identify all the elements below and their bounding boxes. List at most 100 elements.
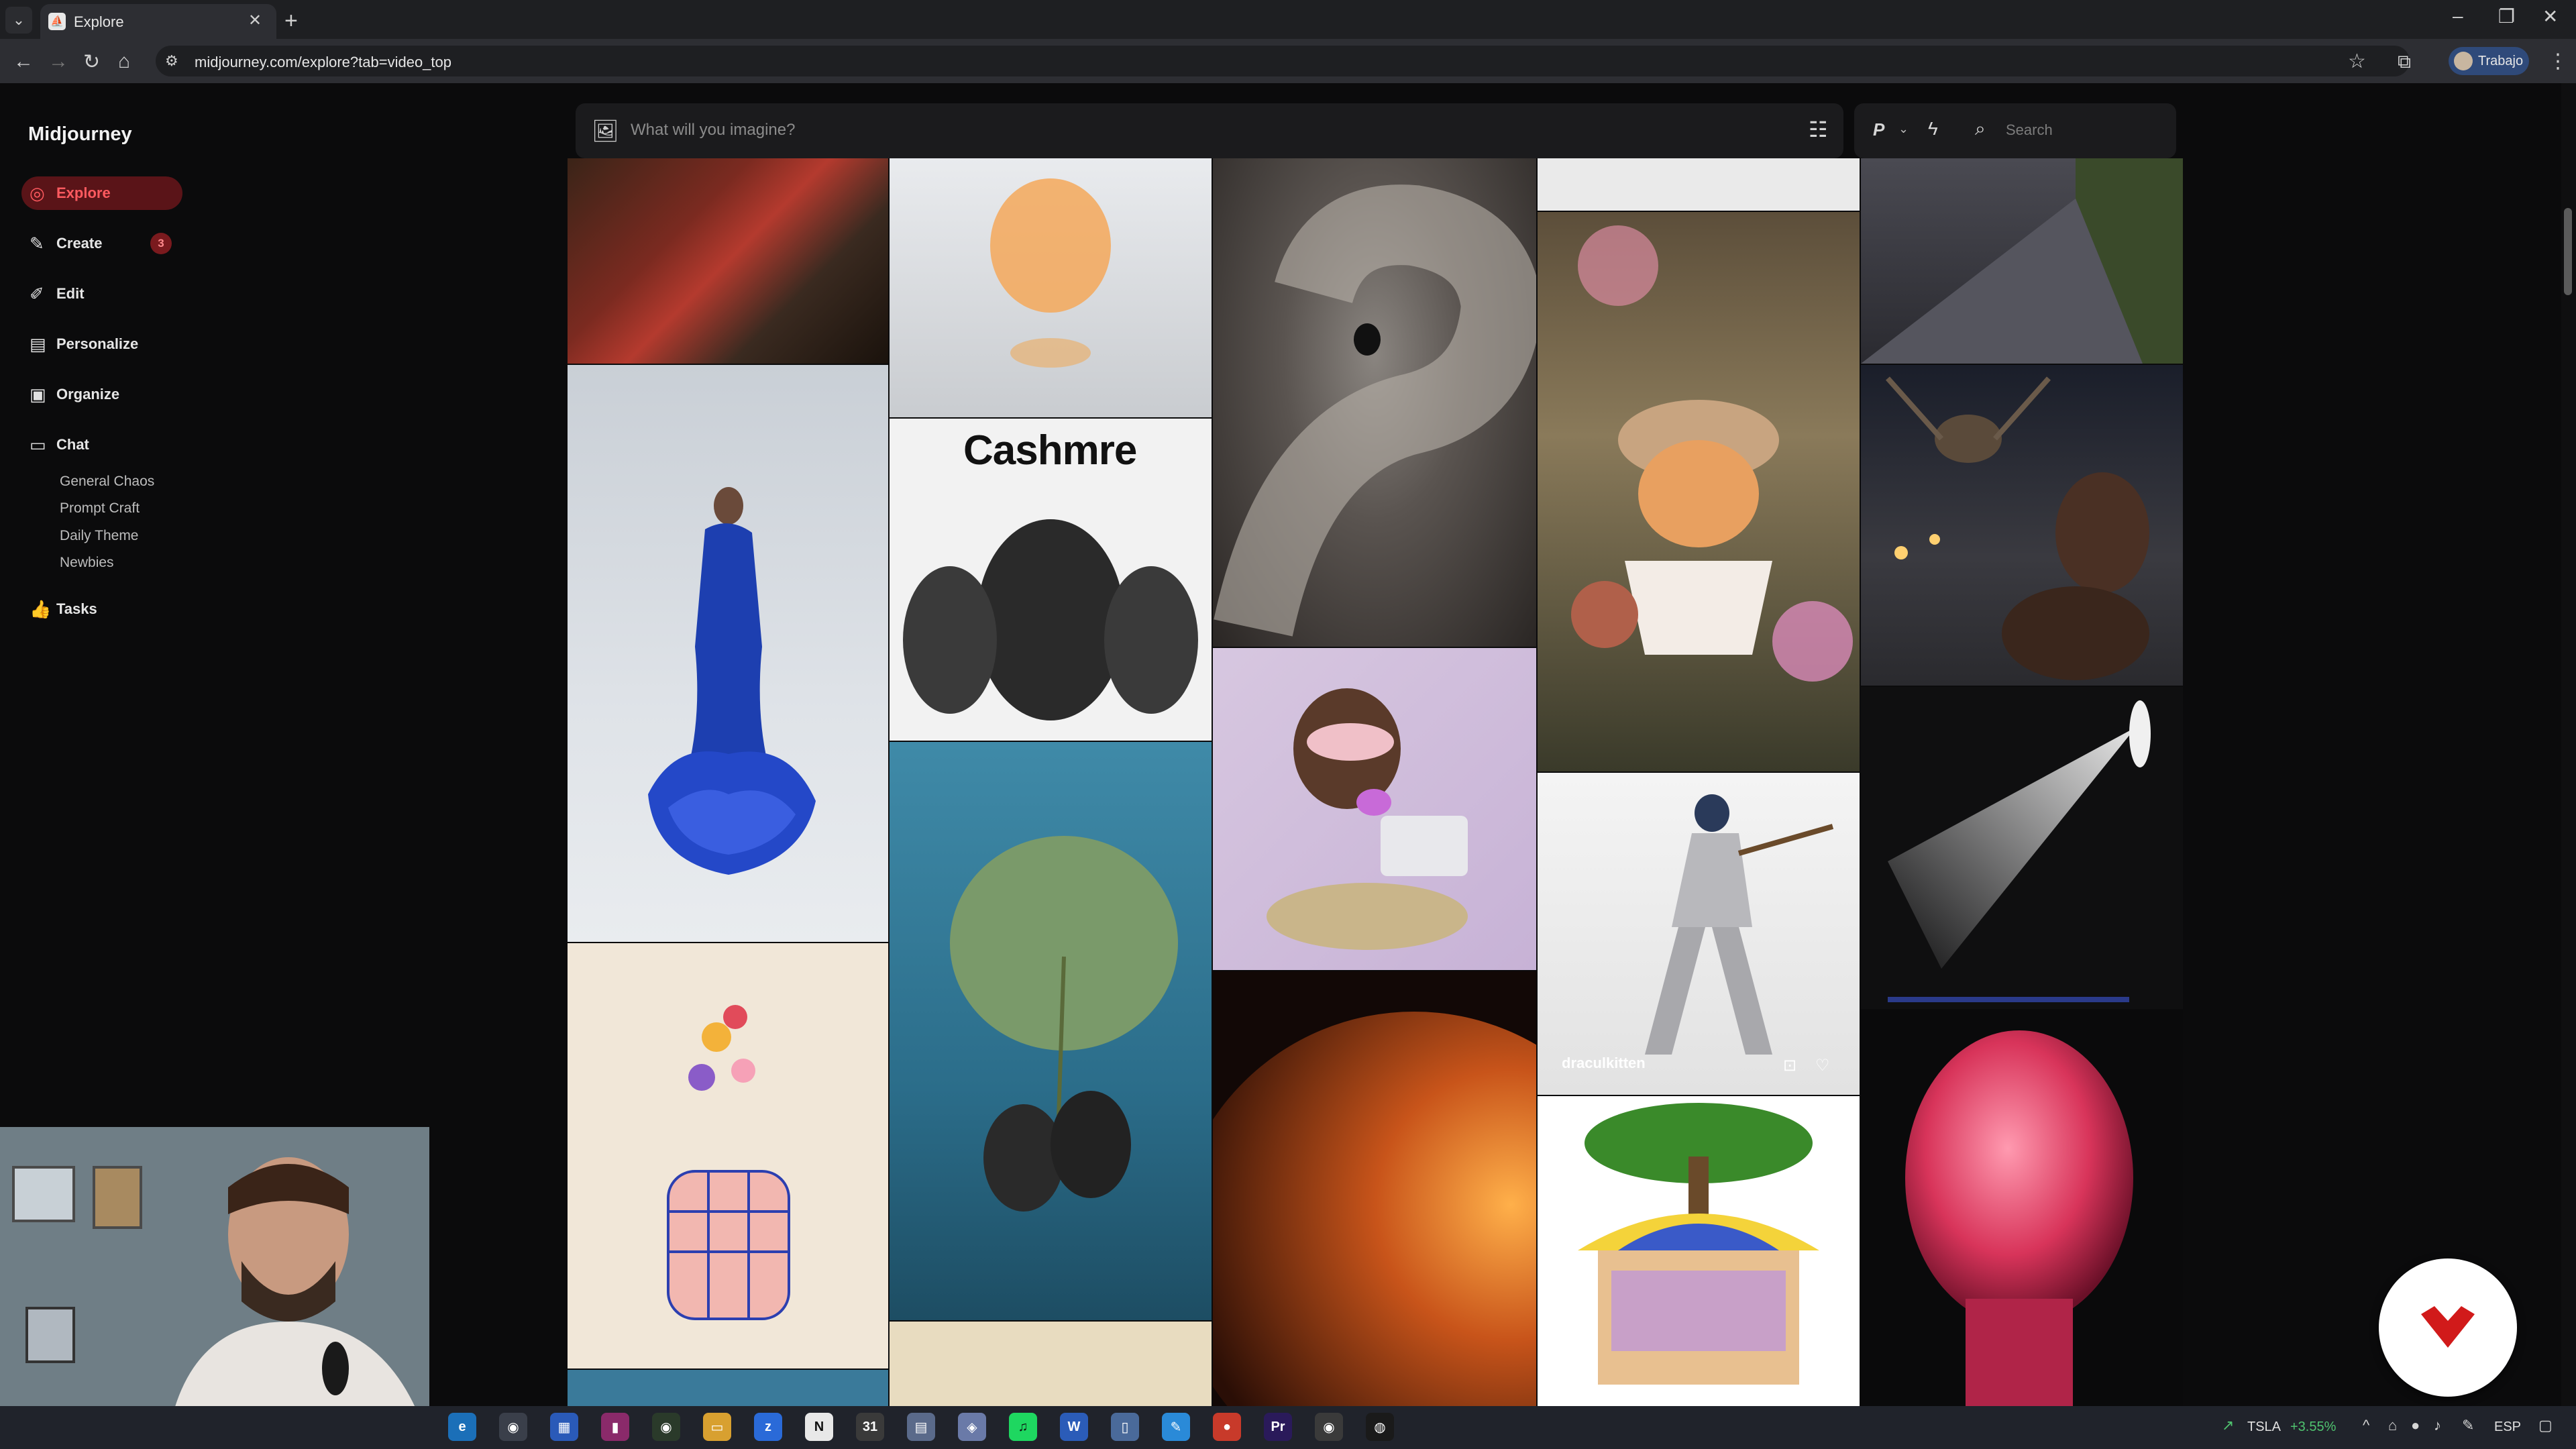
sidebar-item-tasks[interactable]: 👍 Tasks — [21, 592, 182, 626]
pen-icon[interactable]: ✎ — [2462, 1417, 2474, 1434]
notes-icon[interactable]: ▤ — [907, 1413, 935, 1441]
home-icon[interactable]: ⌂ — [118, 50, 130, 73]
tray-chevron-icon[interactable]: ^ — [2363, 1417, 2369, 1434]
site-info-icon[interactable]: ⚙ — [165, 52, 178, 70]
chevron-down-icon[interactable]: ⌄ — [1898, 122, 1909, 136]
tile-like-icon[interactable]: ♡ — [1815, 1056, 1834, 1075]
app-doc-icon[interactable]: ▯ — [1111, 1413, 1139, 1441]
app-globe-icon[interactable]: ◈ — [958, 1413, 986, 1441]
app-red-icon[interactable]: ● — [1213, 1413, 1241, 1441]
gallery-tile-bottom-1[interactable] — [568, 1370, 888, 1406]
reload-icon[interactable]: ↻ — [83, 50, 100, 74]
search-input[interactable] — [2004, 118, 2155, 142]
word-icon[interactable]: W — [1060, 1413, 1088, 1441]
zoom-icon[interactable]: z — [754, 1413, 782, 1441]
midjourney-favicon-icon: ⛵ — [48, 13, 66, 30]
sidebar-item-label: Edit — [56, 285, 85, 302]
address-bar[interactable] — [156, 46, 2410, 76]
browser-menu-icon[interactable]: ⋮ — [2548, 50, 2568, 73]
forward-icon[interactable]: → — [48, 50, 68, 73]
sidebar-item-label: Create — [56, 235, 103, 252]
gallery-tile-leather-workshop[interactable] — [568, 158, 888, 364]
volume-icon[interactable]: ♪ — [2434, 1417, 2441, 1434]
girl-laptop-figure — [1267, 688, 1468, 950]
url-text[interactable]: midjourney.com/explore?tab=video_top — [195, 54, 451, 71]
gallery-tile-glowing-planet[interactable] — [1213, 971, 1536, 1406]
edge-icon[interactable]: e — [448, 1413, 476, 1441]
chat-room-newbies[interactable]: Newbies — [60, 555, 114, 571]
chat-room-general-chaos[interactable]: General Chaos — [60, 474, 154, 490]
stock-ticker[interactable]: TSLA — [2247, 1419, 2281, 1435]
back-icon[interactable]: ← — [13, 50, 34, 73]
tile-save-icon[interactable]: ⊡ — [1783, 1056, 1802, 1075]
red-head-shape — [1905, 1030, 2133, 1406]
heart-logo-icon — [2421, 1306, 2475, 1348]
new-tab-icon[interactable]: + — [284, 8, 298, 34]
image-upload-icon[interactable]: 🖼 — [592, 118, 619, 144]
tab-close-icon[interactable]: ✕ — [248, 11, 262, 30]
gallery-tile-cobblestone-street[interactable] — [1861, 158, 2183, 364]
spotify-icon[interactable]: ♫ — [1009, 1413, 1037, 1441]
sidebar-item-label: Tasks — [56, 600, 97, 617]
gallery-tile-leaf-umbrella-couple[interactable] — [890, 742, 1212, 1320]
personalize-icon: ▤ — [30, 333, 46, 354]
restore-icon[interactable]: ❐ — [2498, 5, 2515, 28]
chat-room-daily-theme[interactable]: Daily Theme — [60, 528, 139, 544]
personalize-toggle[interactable]: P — [1873, 119, 1884, 140]
chat-room-prompt-craft[interactable]: Prompt Craft — [60, 500, 140, 517]
profile-name: Trabajo — [2478, 53, 2524, 68]
gallery-tile-bottom-2[interactable] — [890, 1322, 1212, 1406]
folder-icon[interactable]: ▭ — [703, 1413, 731, 1441]
gallery-tile-market-stall[interactable] — [1538, 1096, 1860, 1406]
chrome-2-icon[interactable]: ◉ — [1315, 1413, 1343, 1441]
sidebar-item-personalize[interactable]: ▤ Personalize — [21, 327, 182, 361]
gallery-tile-crystal-snake[interactable] — [1213, 158, 1536, 647]
premiere-icon[interactable]: Pr — [1264, 1413, 1292, 1441]
settings-sliders-icon[interactable]: ☷ — [1809, 117, 1828, 142]
close-window-icon[interactable]: ✕ — [2542, 5, 2558, 28]
gallery-tile-baseball-batter[interactable]: draculkitten ⊡ ♡ — [1538, 773, 1860, 1095]
microphone-icon[interactable]: ● — [2411, 1417, 2420, 1434]
bookmark-star-icon[interactable]: ☆ — [2348, 50, 2366, 73]
chrome-active-icon[interactable]: ◉ — [499, 1413, 527, 1441]
profile-button[interactable]: Trabajo — [2449, 47, 2529, 75]
app-camera-icon[interactable]: ◍ — [1366, 1413, 1394, 1441]
app-pink-icon[interactable]: ▮ — [601, 1413, 629, 1441]
stock-trend-icon: ↗ — [2222, 1417, 2235, 1434]
tile-author-name[interactable]: draculkitten — [1562, 1055, 1646, 1072]
sidebar-item-edit[interactable]: ✐ Edit — [21, 277, 182, 311]
notion-icon[interactable]: N — [805, 1413, 833, 1441]
sidebar-item-chat[interactable]: ▭ Chat — [21, 428, 182, 462]
scrollbar-thumb[interactable] — [2564, 208, 2572, 295]
gallery-tile-spider-night-street[interactable] — [1861, 365, 2183, 686]
sidebar-item-organize[interactable]: ▣ Organize — [21, 378, 182, 411]
gallery-tile-red-glass-head[interactable] — [1861, 1010, 2183, 1406]
brand-logo[interactable]: Midjourney — [28, 123, 132, 146]
notifications-icon[interactable]: ▢ — [2538, 1417, 2553, 1434]
gallery-tile-girl-laptop[interactable] — [1213, 648, 1536, 970]
extensions-icon[interactable]: ⧉ — [2398, 51, 2411, 73]
network-icon[interactable]: ⌂ — [2388, 1417, 2397, 1434]
gallery-tile-top-4[interactable] — [1538, 158, 1860, 211]
brand-logo-bubble[interactable] — [2379, 1258, 2517, 1397]
app-paint-icon[interactable]: ✎ — [1162, 1413, 1190, 1441]
tab-search-chevron-icon[interactable]: ⌄ — [5, 7, 32, 34]
gallery-tile-flower-vase-illustration[interactable] — [568, 943, 888, 1368]
prompt-input[interactable]: What will you imagine? — [631, 121, 795, 140]
gallery-tile-kitten-teacup[interactable] — [1538, 212, 1860, 771]
bolt-icon[interactable]: ϟ — [1928, 118, 1938, 140]
minimize-icon[interactable]: – — [2453, 5, 2463, 27]
gallery-tile-glass-figure[interactable] — [890, 158, 1212, 417]
store-icon[interactable]: ▦ — [550, 1413, 578, 1441]
stock-change: +3.55% — [2290, 1419, 2337, 1434]
sidebar-item-label: Explore — [56, 184, 111, 201]
gallery-tile-blue-ruffle-dress[interactable] — [568, 365, 888, 942]
search-icon: ⌕ — [1975, 118, 1986, 139]
sidebar-item-explore[interactable]: ◎ Explore — [21, 176, 182, 210]
chrome-icon[interactable]: ◉ — [652, 1413, 680, 1441]
calendar-icon[interactable]: 31 — [856, 1413, 884, 1441]
input-language[interactable]: ESP — [2494, 1419, 2521, 1435]
gallery-tile-light-figure[interactable] — [1861, 687, 2183, 1009]
kitten-teacup — [1571, 225, 1853, 682]
dress-figure — [648, 487, 816, 875]
